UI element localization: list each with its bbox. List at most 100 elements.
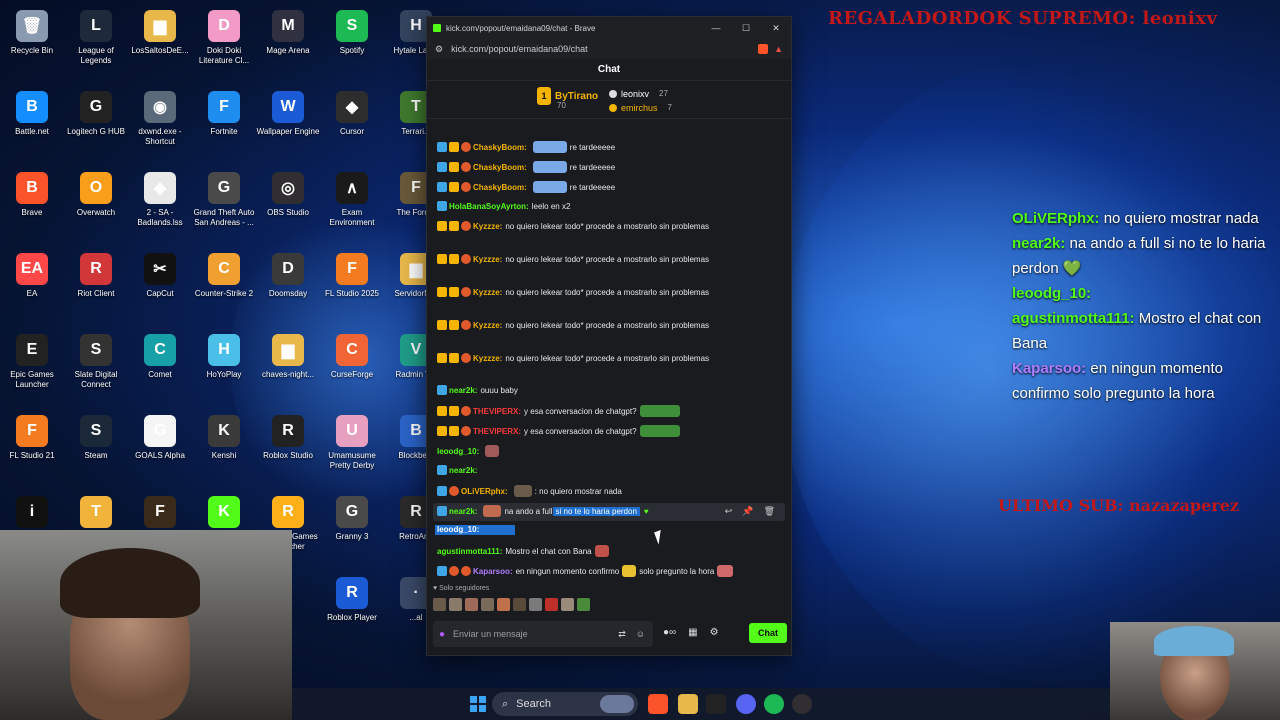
emote-button[interactable]	[449, 598, 462, 611]
desktop-icon[interactable]: C CurseForge	[320, 328, 384, 380]
spotify-taskbar-icon[interactable]	[764, 694, 784, 714]
desktop-icon[interactable]: G Granny 3	[320, 490, 384, 542]
chat-username[interactable]: THEVIPERX:	[473, 427, 521, 436]
app-taskbar-icon[interactable]	[706, 694, 726, 714]
chat-message[interactable]: ChaskyBoom: re tardeeeee	[437, 181, 615, 193]
chat-message[interactable]: ChaskyBoom: re tardeeeee	[437, 141, 615, 153]
chat-message[interactable]: Kyzzze: no quiero lekear todo* procede a …	[437, 353, 709, 363]
desktop-icon[interactable]: 🗑 Recycle Bin	[0, 4, 64, 56]
desktop-icon[interactable]: D Doomsday	[256, 247, 320, 299]
chat-message[interactable]: Kyzzze: no quiero lekear todo* procede a …	[437, 287, 709, 297]
leaderboard-first[interactable]: 1 ByTirano 70	[537, 87, 598, 110]
desktop-icon[interactable]: ✂ CapCut	[128, 247, 192, 299]
taskbar-search[interactable]: ⌕ Search	[492, 692, 638, 716]
chat-username[interactable]: THEVIPERX:	[473, 407, 521, 416]
gif-icon[interactable]: ⇄	[618, 629, 626, 640]
chat-message[interactable]: Kyzzze: no quiero lekear todo* procede a …	[437, 320, 709, 330]
leaderboard-item[interactable]: leonixv 27	[609, 87, 672, 101]
message-composer[interactable]: ● Enviar un mensaje ⇄ ☺	[433, 621, 653, 647]
users-icon[interactable]: ●∞	[663, 627, 676, 638]
emote-button[interactable]	[481, 598, 494, 611]
chat-username[interactable]: Kyzzze:	[473, 255, 502, 264]
emote-bar[interactable]	[433, 598, 590, 611]
file-explorer-icon[interactable]	[678, 694, 698, 714]
chat-username[interactable]: leoodg_10:	[437, 525, 479, 534]
send-chat-button[interactable]: Chat	[749, 623, 787, 643]
chat-username[interactable]: near2k:	[449, 386, 477, 395]
desktop-icon[interactable]: O Overwatch	[64, 166, 128, 218]
chat-username[interactable]: Kaparsoo:	[473, 567, 513, 576]
desktop-icon[interactable]: M Mage Arena	[256, 4, 320, 56]
chat-message[interactable]: Kyzzze: no quiero lekear todo* procede a …	[437, 254, 709, 264]
desktop-icon[interactable]: ▆ LosSaltosDeE...	[128, 4, 192, 56]
chat-username[interactable]: leoodg_10:	[437, 447, 479, 456]
site-settings-icon[interactable]: ⚙	[435, 44, 443, 55]
chat-username[interactable]: HolaBanaSoyAyrton:	[449, 202, 529, 211]
desktop-icon[interactable]: B Brave	[0, 166, 64, 218]
desktop-icon[interactable]: F FL Studio 21	[0, 409, 64, 461]
emote-button[interactable]	[497, 598, 510, 611]
desktop-icon[interactable]: K Kenshi	[192, 409, 256, 461]
leaderboard-item[interactable]: emirchus 7	[609, 101, 672, 115]
desktop-icon[interactable]: W Wallpaper Engine	[256, 85, 320, 137]
emote-button[interactable]	[513, 598, 526, 611]
chat-message[interactable]: agustinmotta111: Mostro el chat con Bana	[437, 545, 612, 557]
desktop-icon[interactable]: E Epic Games Launcher	[0, 328, 64, 390]
chat-message[interactable]: Kaparsoo: en ningun momento confirmo solo …	[437, 565, 736, 577]
delete-icon[interactable]: 🗑	[764, 506, 775, 517]
chat-message[interactable]: near2k:	[437, 465, 480, 475]
chat-message[interactable]: near2k: ouuu baby	[437, 385, 518, 395]
emote-button[interactable]	[433, 598, 446, 611]
desktop-icon[interactable]: R Roblox Player	[320, 571, 384, 623]
chat-message[interactable]: Kyzzze: no quiero lekear todo* procede a …	[437, 221, 709, 231]
chat-message[interactable]: leoodg_10:	[437, 445, 502, 457]
desktop-icon[interactable]: S Spotify	[320, 4, 384, 56]
obs-taskbar-icon[interactable]	[792, 694, 812, 714]
desktop-icon[interactable]: F Fortnite	[192, 85, 256, 137]
desktop-icon[interactable]: R Riot Client	[64, 247, 128, 299]
emote-button[interactable]	[545, 598, 558, 611]
desktop-icon[interactable]: S Slate Digital Connect	[64, 328, 128, 390]
brave-shields-icon[interactable]	[758, 44, 769, 54]
mic-icon[interactable]: ●	[439, 629, 445, 640]
chat-message[interactable]: HolaBanaSoyAyrton: leelo en x2	[437, 201, 570, 211]
emote-button[interactable]	[561, 598, 574, 611]
discord-icon[interactable]	[736, 694, 756, 714]
desktop-icon[interactable]: ◎ OBS Studio	[256, 166, 320, 218]
desktop-icon[interactable]: C Counter-Strike 2	[192, 247, 256, 299]
chat-username[interactable]: ChaskyBoom:	[473, 143, 527, 152]
url-bar[interactable]: ⚙ kick.com/popout/emaidana09/chat ▲	[427, 39, 791, 59]
chat-username[interactable]: Kyzzze:	[473, 354, 502, 363]
maximize-button[interactable]: ☐	[731, 23, 761, 34]
chat-username[interactable]: Kyzzze:	[473, 288, 502, 297]
desktop-icon[interactable]: U Umamusume Pretty Derby	[320, 409, 384, 471]
chat-username[interactable]: Kyzzze:	[473, 222, 502, 231]
desktop-icon[interactable]: F FL Studio 2025	[320, 247, 384, 299]
chat-username[interactable]: OLiVERphx:	[461, 487, 508, 496]
desktop-icon[interactable]: ∧ Exam Environment	[320, 166, 384, 228]
chat-username[interactable]: ChaskyBoom:	[473, 163, 527, 172]
desktop-icon[interactable]: ◆ Cursor	[320, 85, 384, 137]
desktop-icon[interactable]: G Grand Theft Auto San Andreas - ...	[192, 166, 256, 228]
emote-button[interactable]	[465, 598, 478, 611]
chat-message[interactable]: THEVIPERX: y esa conversacion de chatgpt?	[437, 425, 683, 437]
chat-message-list[interactable]: ↩ 📌 🗑 ChaskyBoom: re tardeeeee ChaskyBoom: re …	[427, 141, 791, 581]
emote-button[interactable]	[577, 598, 590, 611]
chat-username[interactable]: agustinmotta111:	[437, 547, 502, 556]
chat-message[interactable]: leoodg_10:	[437, 525, 482, 534]
desktop-icon[interactable]: G GOALS Alpha	[128, 409, 192, 461]
desktop-icon[interactable]: H HoYoPlay	[192, 328, 256, 380]
desktop-icon[interactable]: L League of Legends	[64, 4, 128, 66]
desktop-icon[interactable]: C Comet	[128, 328, 192, 380]
desktop-icon[interactable]: EA EA	[0, 247, 64, 299]
chat-username[interactable]: near2k:	[449, 507, 477, 516]
pin-icon[interactable]: 📌	[742, 506, 753, 517]
emoji-icon[interactable]: ☺	[636, 629, 645, 640]
chat-message[interactable]: ChaskyBoom: re tardeeeee	[437, 161, 615, 173]
desktop-icon[interactable]: R Roblox Studio	[256, 409, 320, 461]
message-input[interactable]: Enviar un mensaje	[453, 629, 528, 639]
chat-message[interactable]: THEVIPERX: y esa conversacion de chatgpt?	[437, 405, 683, 417]
chat-message[interactable]: near2k: na ando a full si no te lo haria p…	[437, 505, 649, 517]
chat-username[interactable]: Kyzzze:	[473, 321, 502, 330]
emote-button[interactable]	[529, 598, 542, 611]
